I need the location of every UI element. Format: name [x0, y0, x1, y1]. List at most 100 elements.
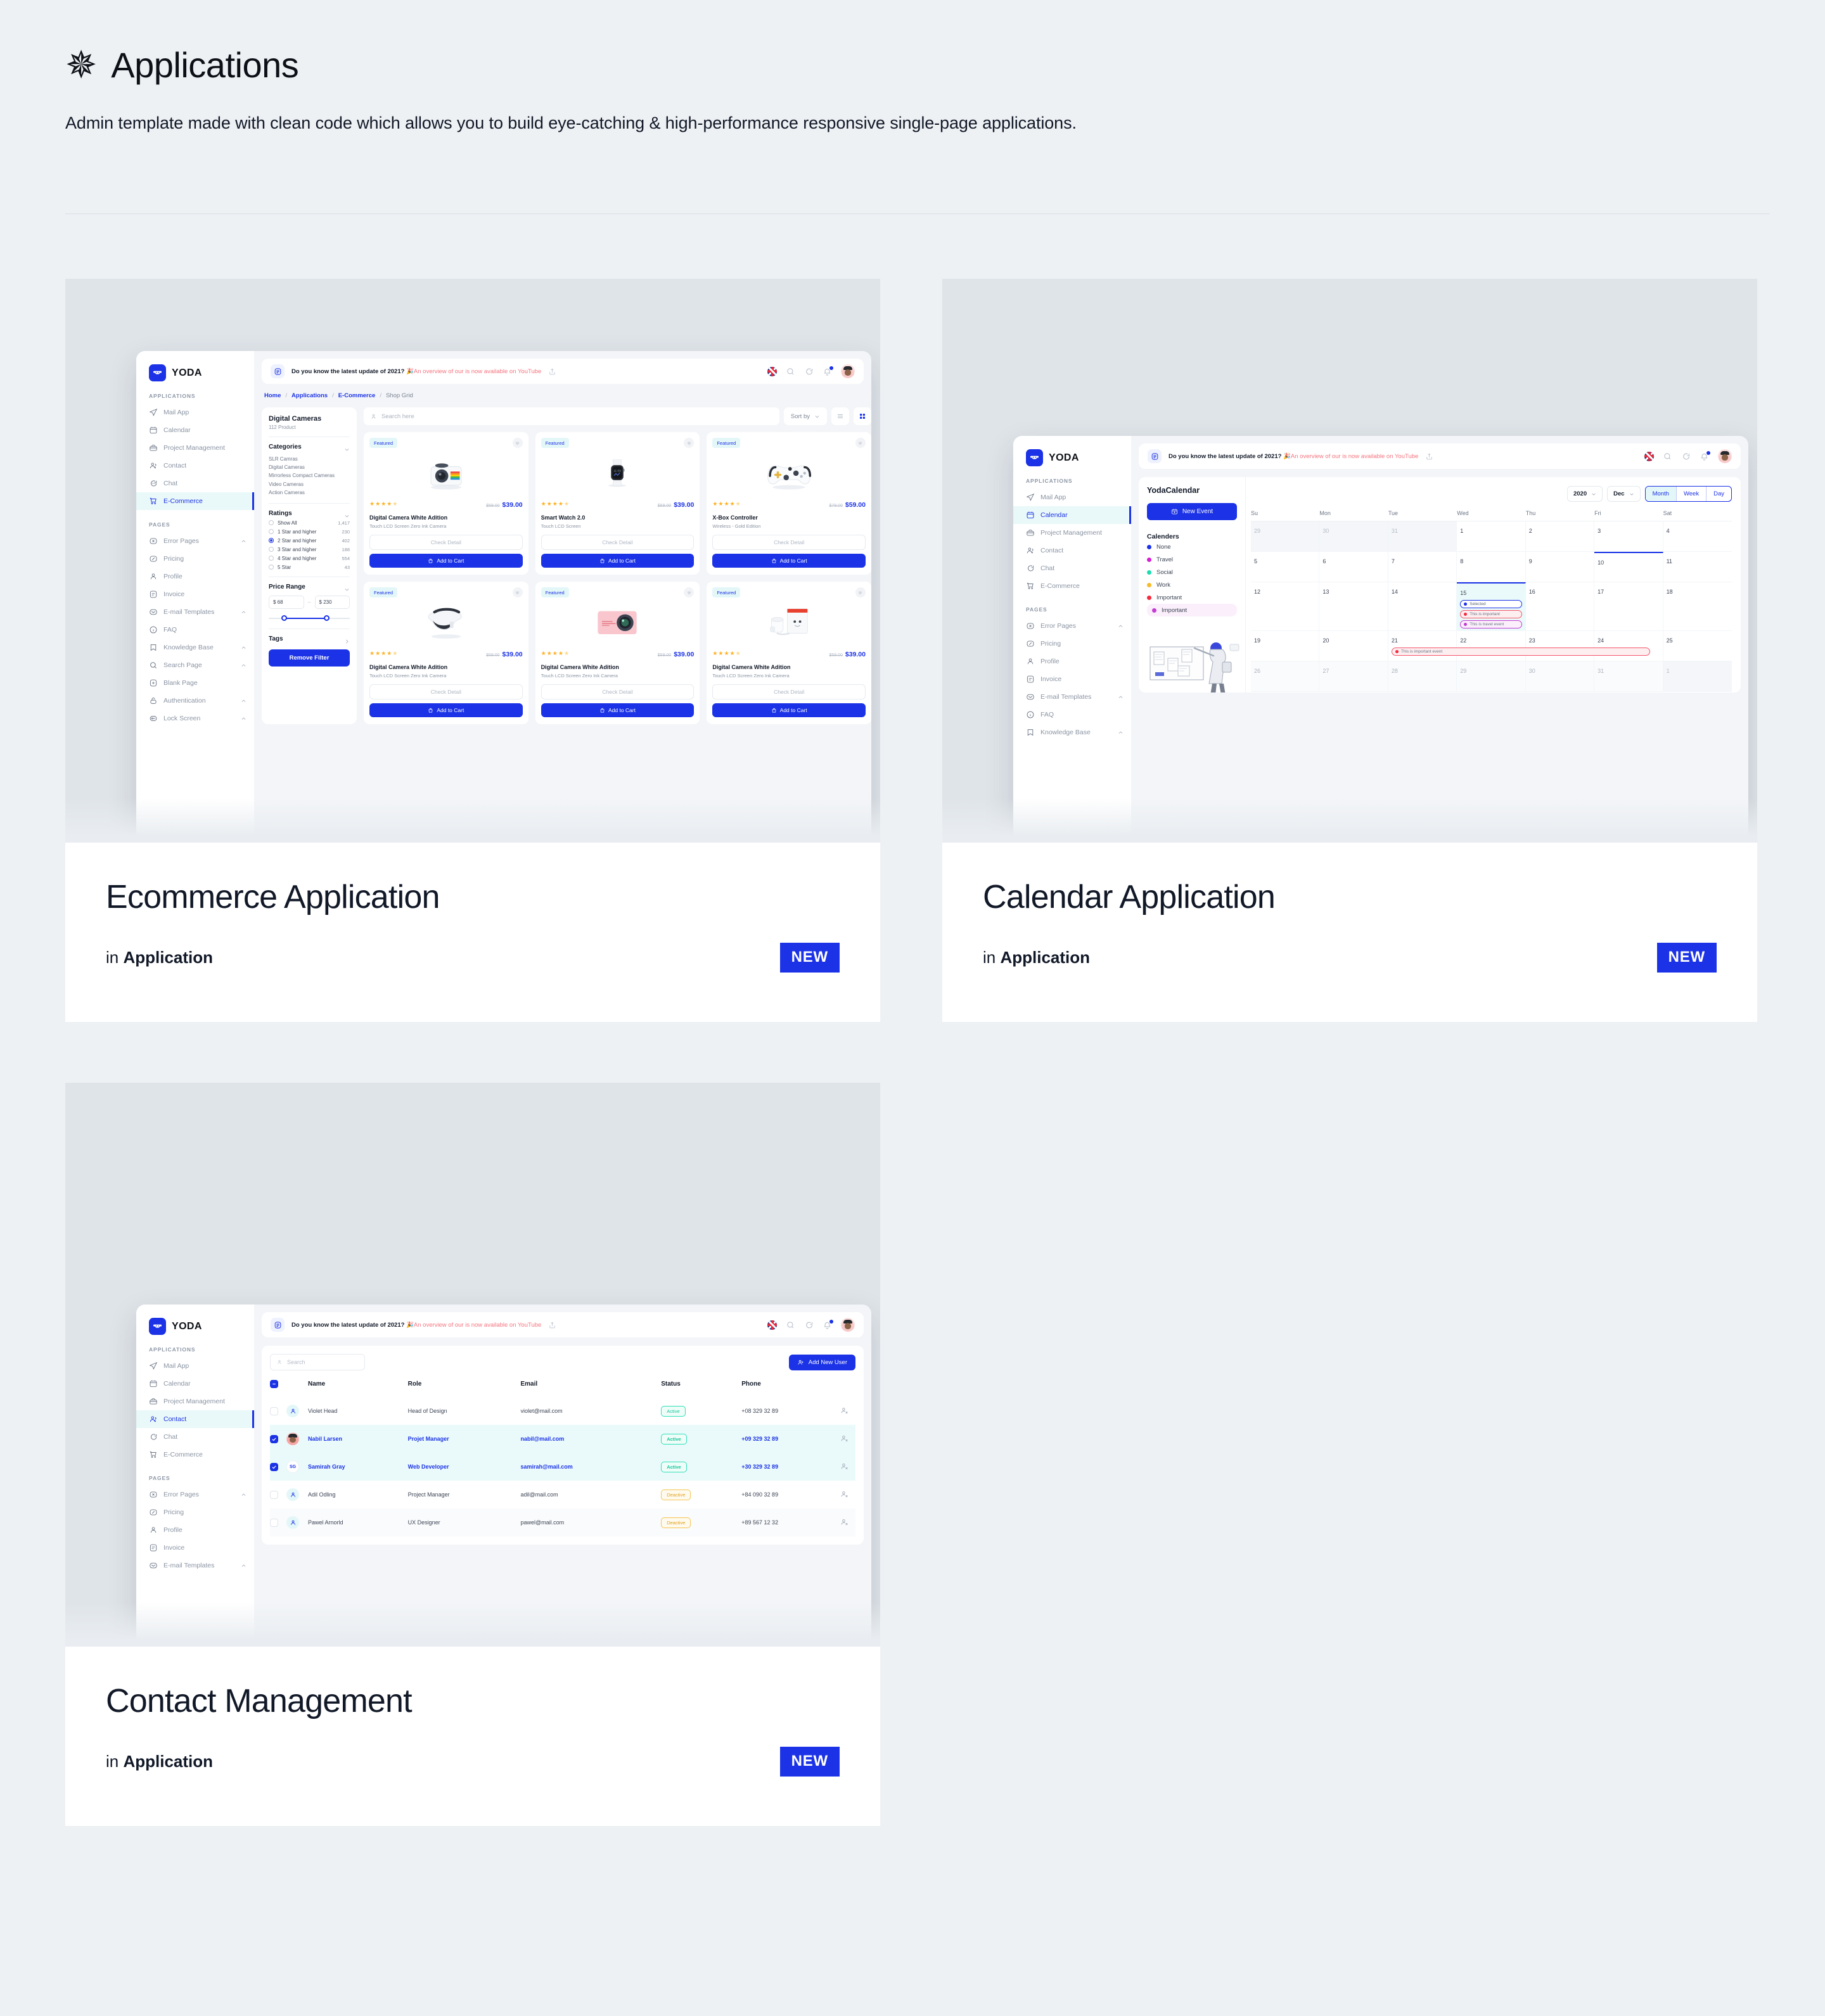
ratings-header[interactable]: Ratings [269, 510, 350, 518]
calendar-day-cell[interactable]: 21 This is important event [1388, 631, 1651, 661]
calendar-day-cell-today[interactable]: 10 [1594, 552, 1663, 582]
calendar-day-cell[interactable]: 11 [1663, 552, 1732, 582]
calendar-event[interactable]: Selected [1460, 600, 1522, 608]
heart-icon[interactable] [684, 587, 695, 597]
share-icon[interactable] [548, 367, 556, 376]
rating-option[interactable]: 3 Star and higher 188 [269, 547, 350, 552]
rating-option[interactable]: 1 Star and higher 230 [269, 529, 350, 535]
announcement-link[interactable]: An overview of our is now available on Y… [414, 368, 541, 375]
sidebar-item-blank-page[interactable]: Blank Page [136, 674, 254, 692]
check-detail-button[interactable]: Check Detail [369, 535, 523, 550]
sidebar-item-profile[interactable]: Profile [1013, 653, 1131, 670]
calendar-day-cell[interactable]: 22 [1457, 631, 1526, 661]
calendar-day-cell[interactable]: 19 [1251, 631, 1320, 661]
sidebar-item-faq[interactable]: FAQ [1013, 706, 1131, 724]
sidebar-item-mail-app[interactable]: Mail App [136, 1357, 254, 1375]
sidebar-item-pricing[interactable]: Pricing [1013, 635, 1131, 653]
sidebar-item-pricing[interactable]: Pricing [136, 1503, 254, 1521]
price-max-input[interactable]: $ 230 [314, 595, 350, 609]
sidebar-item-error-pages[interactable]: Error Pages [136, 532, 254, 550]
calendar-day-cell[interactable]: 27 [1319, 661, 1388, 692]
slider-handle-max[interactable] [324, 615, 330, 621]
add-to-cart-button[interactable]: Add to Cart [369, 554, 523, 568]
card-calendar-application[interactable]: YODA APPLICATIONS Mail App Calendar Proj… [942, 279, 1757, 1022]
remove-user-button[interactable] [840, 1509, 855, 1536]
month-select[interactable]: Dec [1607, 486, 1641, 502]
row-checkbox-checked[interactable] [270, 1462, 278, 1471]
calendar-day-cell[interactable]: 26 [1251, 661, 1320, 692]
sidebar-item-search-page[interactable]: Search Page [136, 656, 254, 674]
calendar-day-cell-selected[interactable]: 15 Selected This is important This is tr… [1457, 582, 1526, 631]
search-icon[interactable] [786, 367, 795, 376]
calendar-day-cell[interactable]: 31 [1594, 661, 1663, 692]
calendar-day-cell[interactable]: 7 [1388, 552, 1457, 582]
sidebar-item-error-pages[interactable]: Error Pages [136, 1486, 254, 1503]
chat-icon[interactable] [804, 1320, 814, 1330]
sidebar-item-contact[interactable]: Contact [136, 457, 254, 475]
product-card[interactable]: Featured ★★★★★ [707, 582, 871, 724]
add-to-cart-button[interactable]: Add to Cart [712, 554, 866, 568]
product-card[interactable]: Featured ★★★★★ [707, 432, 871, 575]
calendar-day-cell[interactable]: 2 [1525, 521, 1595, 552]
calendar-day-cell[interactable]: 3 [1594, 521, 1663, 552]
year-select[interactable]: 2020 [1566, 486, 1603, 502]
calendar-day-cell[interactable]: 16 [1525, 582, 1595, 631]
chat-icon[interactable] [1681, 452, 1691, 461]
sidebar-item-invoice[interactable]: Invoice [1013, 670, 1131, 688]
product-card[interactable]: Featured ★★★★★ [364, 582, 528, 724]
calendar-legend-item[interactable]: Travel [1147, 553, 1237, 566]
sidebar-item-calendar[interactable]: Calendar [1013, 506, 1131, 524]
select-all-checkbox[interactable] [270, 1380, 278, 1388]
row-checkbox[interactable] [270, 1490, 278, 1499]
product-card[interactable]: Featured ★★★★★ [364, 432, 528, 575]
table-row[interactable]: Adil Odling Project Manager adil@mail.co… [270, 1481, 855, 1509]
column-header-name[interactable]: Name [308, 1380, 408, 1397]
calendar-day-cell[interactable]: 14 [1388, 582, 1457, 631]
price-slider[interactable] [269, 615, 350, 622]
radio-icon[interactable] [269, 556, 274, 561]
category-item[interactable]: Digital Cameras [269, 463, 350, 471]
calendar-event[interactable]: This is important [1460, 610, 1522, 618]
rating-option[interactable]: 5 Star 43 [269, 565, 350, 570]
flag-uk-icon[interactable] [1644, 451, 1654, 461]
announcement-link[interactable]: An overview of our is now available on Y… [1291, 453, 1418, 460]
table-row-selected[interactable]: Nabil Larsen Projet Manager nabil@mail.c… [270, 1425, 855, 1453]
check-detail-button[interactable]: Check Detail [541, 684, 695, 699]
add-new-user-button[interactable]: Add New User [788, 1354, 855, 1370]
share-icon[interactable] [1425, 452, 1433, 461]
breadcrumb-applications[interactable]: Applications [291, 392, 328, 399]
calendar-day-cell[interactable]: 5 [1251, 552, 1320, 582]
row-checkbox-checked[interactable] [270, 1434, 278, 1443]
calendar-event[interactable]: This is travel event [1460, 620, 1522, 628]
calendar-day-cell[interactable]: 30 [1525, 661, 1595, 692]
calendar-legend-item-selected[interactable]: Important [1147, 604, 1237, 616]
sidebar-item-profile[interactable]: Profile [136, 1521, 254, 1539]
list-view-icon[interactable] [831, 407, 849, 425]
calendar-day-cell[interactable]: 1 [1663, 661, 1732, 692]
avatar[interactable] [841, 364, 855, 378]
price-min-input[interactable]: $ 68 [269, 595, 304, 609]
sidebar-item-mail-app[interactable]: Mail App [136, 404, 254, 421]
calendar-day-cell[interactable]: 13 [1319, 582, 1388, 631]
rating-option[interactable]: 4 Star and higher 554 [269, 556, 350, 561]
sidebar-item-mail-app[interactable]: Mail App [1013, 488, 1131, 506]
calendar-day-cell[interactable]: 30 [1319, 521, 1388, 552]
calendar-day-cell[interactable]: 28 [1388, 661, 1457, 692]
add-to-cart-button[interactable]: Add to Cart [369, 703, 523, 717]
heart-icon[interactable] [684, 438, 695, 448]
heart-icon[interactable] [855, 438, 866, 448]
check-detail-button[interactable]: Check Detail [541, 535, 695, 550]
view-week-button[interactable]: Week [1675, 487, 1706, 501]
bell-icon[interactable] [823, 366, 833, 376]
column-header-phone[interactable]: Phone [741, 1380, 840, 1397]
avatar[interactable] [841, 1318, 855, 1332]
sidebar-item-invoice[interactable]: Invoice [136, 1539, 254, 1557]
calendar-day-cell[interactable]: 24 [1594, 631, 1663, 661]
sidebar-item-chat[interactable]: Chat [1013, 559, 1131, 577]
calendar-day-cell[interactable]: 4 [1663, 521, 1732, 552]
search-icon[interactable] [1663, 452, 1672, 461]
remove-user-button[interactable] [840, 1397, 855, 1425]
check-detail-button[interactable]: Check Detail [712, 535, 866, 550]
sidebar-item-lock-screen[interactable]: Lock Screen [136, 710, 254, 727]
remove-filter-button[interactable]: Remove Filter [269, 649, 350, 667]
